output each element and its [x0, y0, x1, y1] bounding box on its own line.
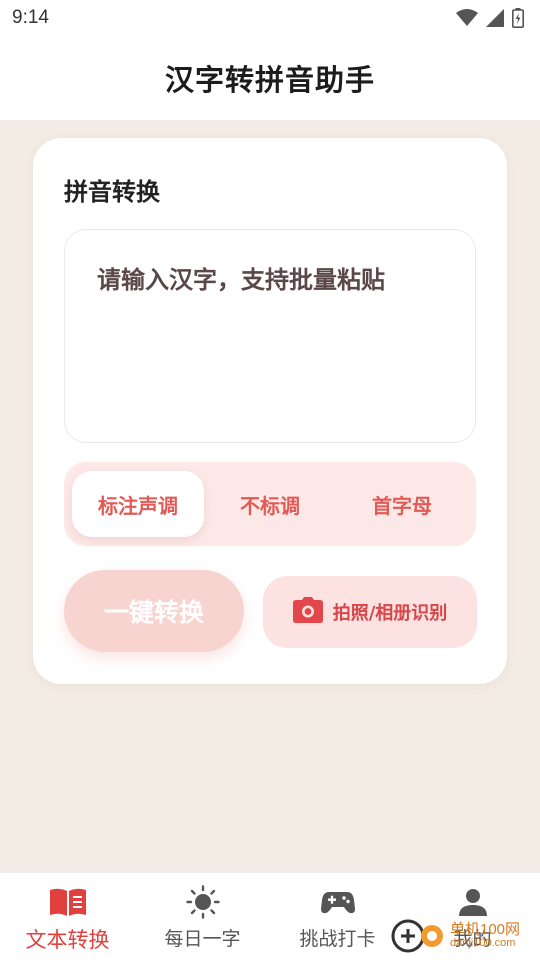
page-title: 汉字转拼音助手 — [164, 63, 375, 97]
camera-icon — [292, 596, 323, 628]
convert-button[interactable]: 一键转换 — [64, 570, 244, 652]
watermark-url: danji100.com — [450, 937, 516, 950]
card-title: 拼音转换 — [64, 178, 160, 206]
nav-label: 文本转换 — [25, 928, 110, 952]
chinese-text-input[interactable] — [64, 229, 476, 443]
status-time: 9:14 — [12, 7, 49, 28]
nav-text-convert[interactable]: 文本转换 — [0, 873, 135, 960]
mode-initials[interactable]: 首字母 — [336, 471, 468, 537]
tone-mode-toggle: 标注声调 不标调 首字母 — [64, 462, 476, 546]
status-bar: 9:14 — [0, 0, 540, 36]
photo-recognize-label: 拍照/相册识别 — [332, 603, 448, 624]
pinyin-convert-card: 拼音转换 标注声调 不标调 首字母 一键转换 拍照/相册识别 — [33, 138, 507, 684]
nav-daily-character[interactable]: 每日一字 — [135, 873, 270, 960]
sun-icon — [185, 885, 220, 919]
nav-label: 挑战打卡 — [299, 928, 376, 950]
mode-no-tone[interactable]: 不标调 — [204, 471, 336, 537]
app-header: 汉字转拼音助手 — [0, 36, 540, 120]
battery-icon — [512, 8, 524, 28]
book-icon — [49, 887, 86, 917]
gamepad-icon — [320, 887, 355, 917]
mode-with-tone[interactable]: 标注声调 — [72, 471, 204, 537]
watermark: 单机100网 danji100.com — [390, 912, 540, 960]
wifi-icon — [456, 9, 478, 27]
nav-challenge-checkin[interactable]: 挑战打卡 — [270, 873, 405, 960]
nav-label: 每日一字 — [164, 928, 241, 950]
watermark-text: 单机100网 danji100.com — [450, 922, 520, 949]
signal-icon — [486, 9, 504, 27]
status-icons — [456, 8, 524, 28]
watermark-logo-icon — [390, 914, 446, 958]
watermark-title: 单机100网 — [450, 921, 521, 939]
photo-recognize-button[interactable]: 拍照/相册识别 — [263, 576, 477, 648]
